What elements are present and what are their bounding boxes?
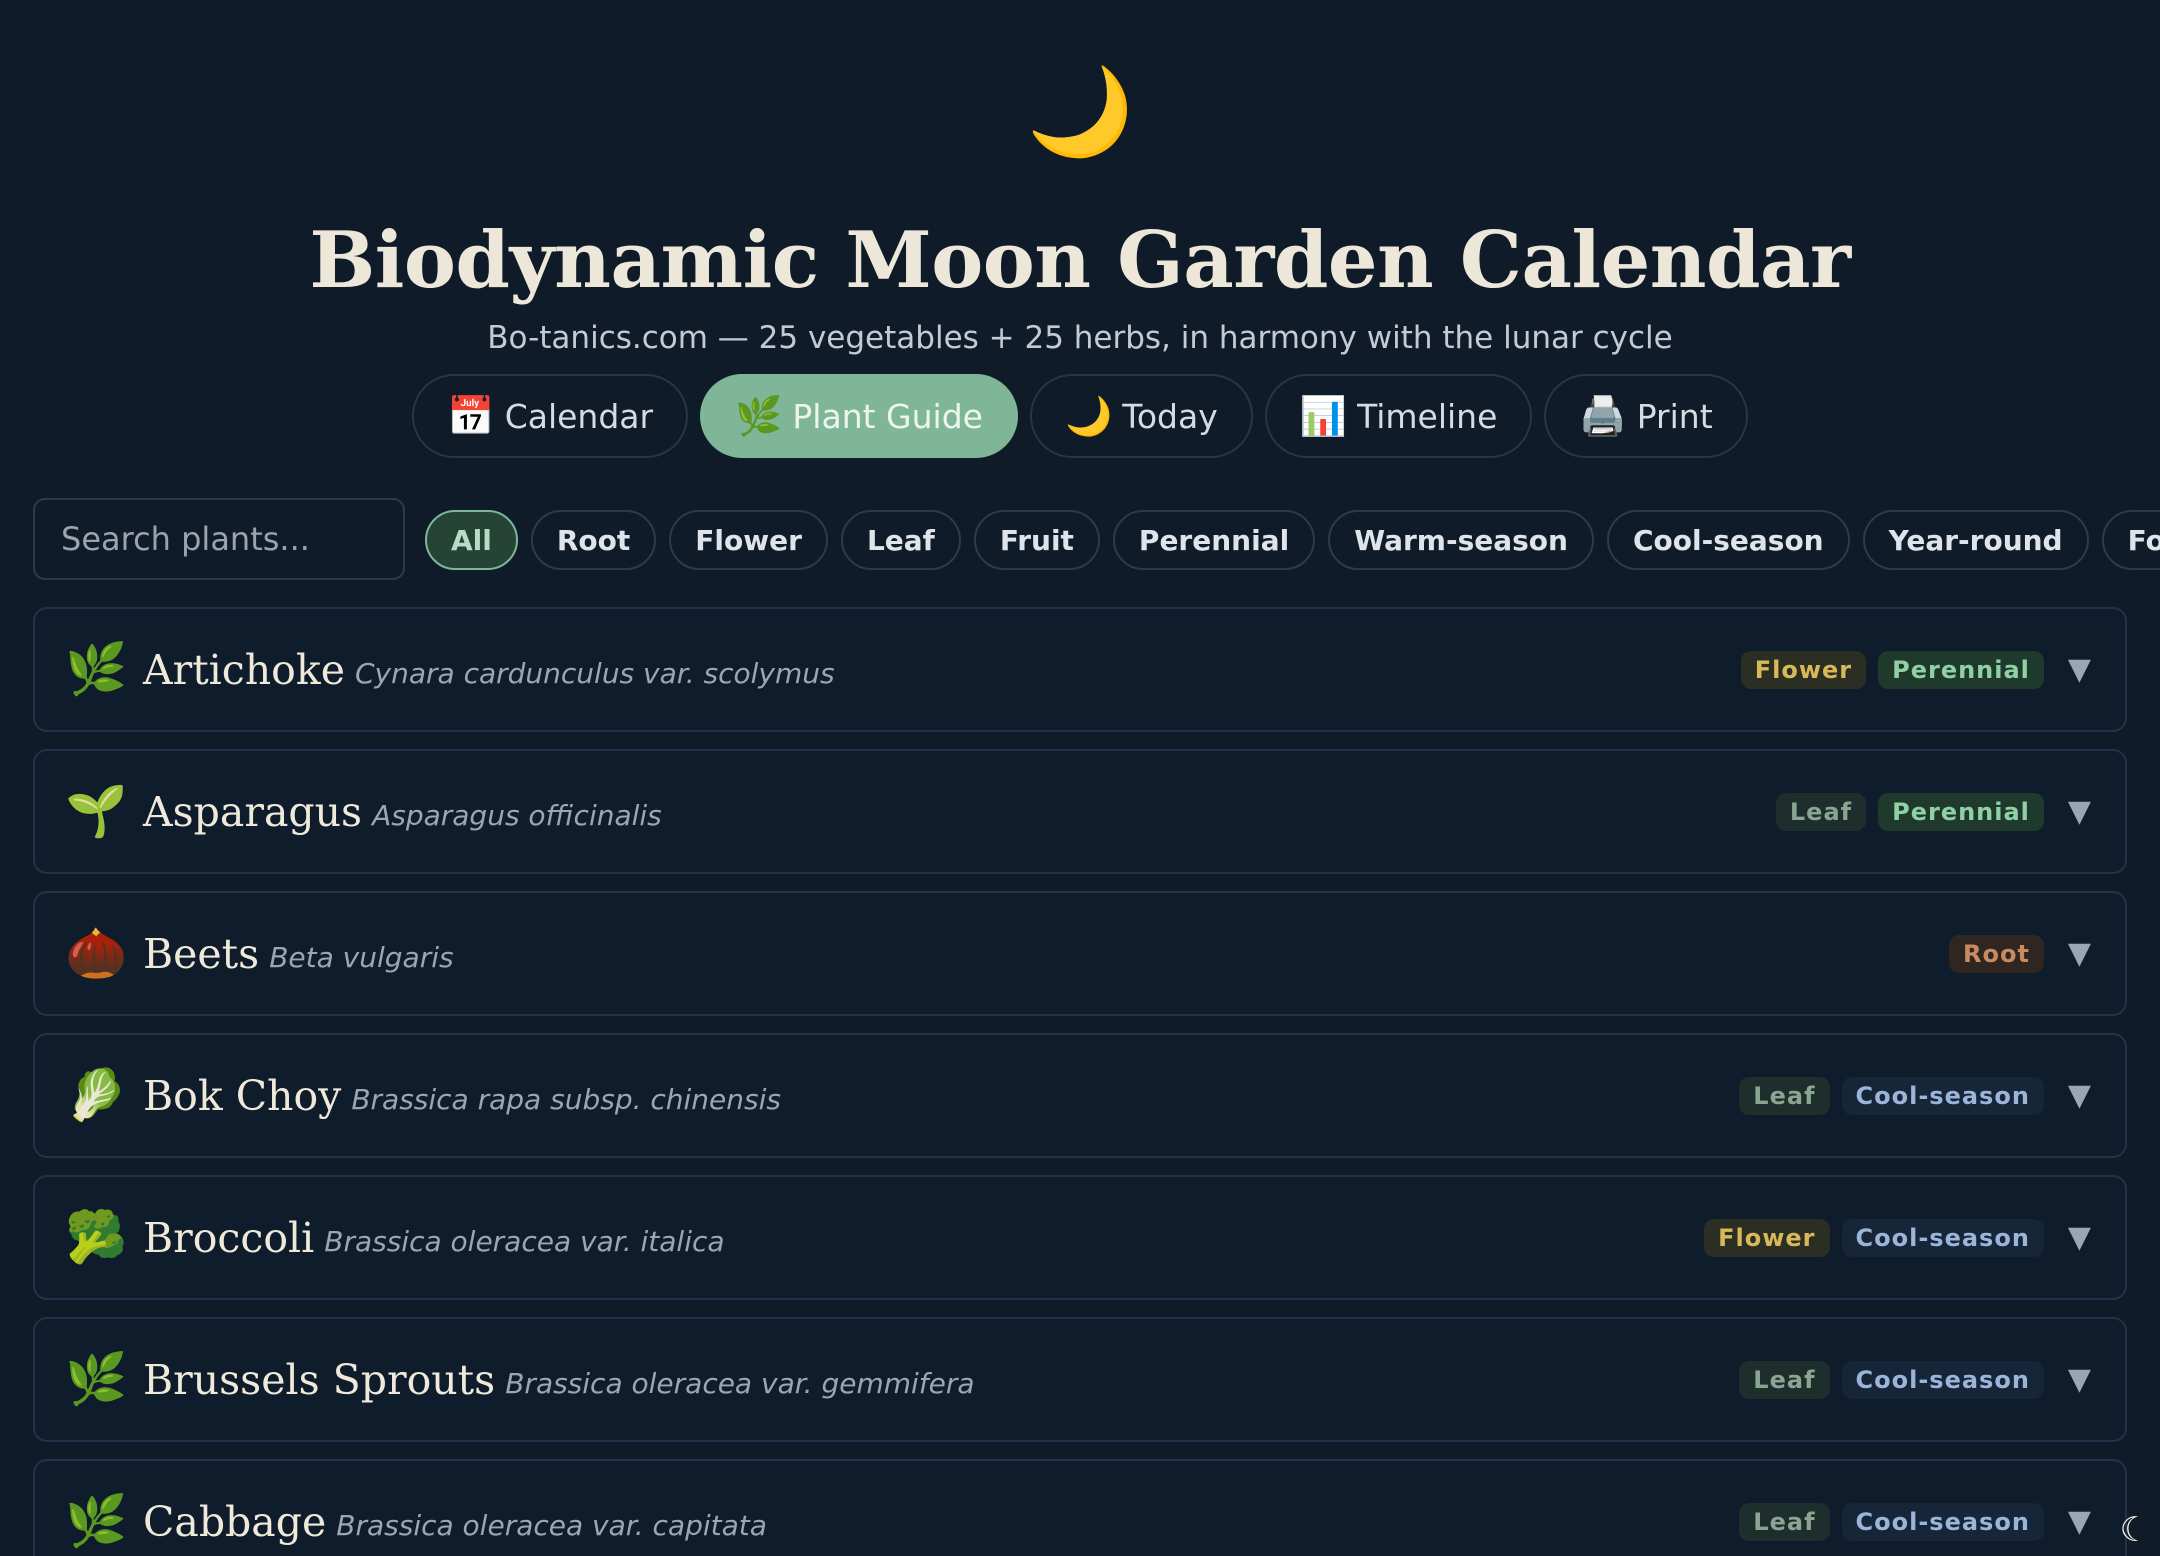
- tab-plant-guide[interactable]: 🌿 Plant Guide: [700, 374, 1018, 458]
- leafy-green-icon: 🥬: [65, 1066, 128, 1124]
- tag-cool: Cool-season: [1841, 1218, 2044, 1257]
- tag-perennial: Perennial: [1878, 650, 2044, 689]
- chevron-down-icon[interactable]: ▼: [2068, 794, 2091, 829]
- tab-label: Calendar: [504, 396, 654, 436]
- filter-chip-all[interactable]: All: [425, 510, 518, 570]
- tag-leaf: Leaf: [1739, 1360, 1830, 1399]
- tag-cool: Cool-season: [1841, 1360, 2044, 1399]
- herb-icon: 🌿: [65, 640, 128, 698]
- tag-perennial: Perennial: [1878, 792, 2044, 831]
- plant-card[interactable]: 🌿 Artichoke Cynara cardunculus var. scolym…: [33, 607, 2127, 732]
- chevron-down-icon[interactable]: ▼: [2068, 1220, 2091, 1255]
- plant-name: Artichoke: [143, 645, 345, 694]
- filter-chip-leaf[interactable]: Leaf: [840, 510, 961, 570]
- tag-flower: Flower: [1740, 650, 1867, 689]
- plant-latin-name: Brassica oleracea var. italica: [324, 1225, 725, 1258]
- chevron-down-icon[interactable]: ▼: [2068, 1504, 2091, 1539]
- page: 🌙 Biodynamic Moon Garden Calendar Bo-tan…: [0, 0, 2160, 1556]
- tag-flower: Flower: [1704, 1218, 1830, 1257]
- tab-label: Today: [1122, 396, 1218, 436]
- plant-latin-name: Cynara cardunculus var. scolymus: [354, 657, 835, 690]
- search-input[interactable]: [33, 498, 405, 580]
- filter-chip-fruit[interactable]: Fruit: [973, 510, 1100, 570]
- page-subtitle: Bo-tanics.com — 25 vegetables + 25 herbs…: [487, 320, 1673, 356]
- tag-leaf: Leaf: [1739, 1502, 1830, 1541]
- filter-chip-perennial[interactable]: Perennial: [1112, 510, 1316, 570]
- chevron-down-icon[interactable]: ▼: [2068, 1362, 2091, 1397]
- chevron-down-icon[interactable]: ▼: [2068, 652, 2091, 687]
- tag-leaf: Leaf: [1775, 792, 1867, 831]
- plant-card[interactable]: 🌿 Brussels Sprouts Brassica oleracea var. …: [33, 1317, 2127, 1442]
- filter-chips: All Root Flower Leaf Fruit Perennial Warm-seas…: [425, 510, 2160, 570]
- corner-moon-icon: ☾: [2119, 1510, 2150, 1550]
- plant-name: Cabbage: [143, 1497, 327, 1546]
- tag-cool: Cool-season: [1841, 1076, 2044, 1115]
- herb-icon: 🌿: [65, 1350, 128, 1408]
- moon-icon: 🌙: [1064, 393, 1113, 438]
- plant-latin-name: Beta vulgaris: [269, 941, 454, 974]
- moon-logo-icon: 🌙: [1026, 62, 1134, 162]
- filter-chip-year-round[interactable]: Year-round: [1862, 510, 2089, 570]
- tag-root: Root: [1948, 934, 2044, 973]
- plant-name: Asparagus: [143, 787, 363, 836]
- plant-name: Broccoli: [143, 1213, 315, 1262]
- plant-card[interactable]: 🥦 Broccoli Brassica oleracea var. italica F…: [33, 1175, 2127, 1300]
- plant-name: Brussels Sprouts: [143, 1355, 496, 1404]
- filter-chip-forage[interactable]: Forage: [2101, 510, 2160, 570]
- herb-icon: 🌿: [65, 1492, 128, 1550]
- plant-list: 🌿 Artichoke Cynara cardunculus var. scolym…: [33, 607, 2127, 1556]
- printer-icon: 🖨️: [1579, 393, 1627, 438]
- header: 🌙 Biodynamic Moon Garden Calendar Bo-tan…: [0, 0, 2160, 358]
- bar-chart-icon: 📊: [1299, 393, 1348, 438]
- tag-leaf: Leaf: [1739, 1076, 1830, 1115]
- plant-latin-name: Brassica oleracea var. capitata: [336, 1509, 767, 1542]
- tab-today[interactable]: 🌙 Today: [1029, 374, 1253, 458]
- tab-label: Print: [1636, 396, 1713, 436]
- plant-card[interactable]: 🌱 Asparagus Asparagus officinalis Leaf Peren…: [33, 749, 2127, 874]
- tag-cool: Cool-season: [1841, 1502, 2044, 1541]
- filter-chip-root[interactable]: Root: [530, 510, 657, 570]
- calendar-icon: 📅: [447, 393, 495, 438]
- plant-name: Beets: [143, 929, 260, 978]
- page-title: Biodynamic Moon Garden Calendar: [309, 215, 1851, 306]
- tab-print[interactable]: 🖨️ Print: [1544, 374, 1748, 458]
- plant-name: Bok Choy: [143, 1071, 342, 1120]
- plant-latin-name: Brassica oleracea var. gemmifera: [505, 1367, 975, 1400]
- plant-card[interactable]: 🌿 Cabbage Brassica oleracea var. capitata L…: [33, 1459, 2127, 1556]
- tab-timeline[interactable]: 📊 Timeline: [1264, 374, 1533, 458]
- herb-icon: 🌿: [735, 393, 783, 438]
- chevron-down-icon[interactable]: ▼: [2068, 1078, 2091, 1113]
- filter-chip-cool-season[interactable]: Cool-season: [1606, 510, 1850, 570]
- filter-chip-warm-season[interactable]: Warm-season: [1328, 510, 1594, 570]
- tab-label: Plant Guide: [792, 396, 983, 436]
- broccoli-icon: 🥦: [65, 1208, 128, 1266]
- beet-icon: 🌰: [65, 924, 128, 982]
- filter-chip-flower[interactable]: Flower: [669, 510, 828, 570]
- chevron-down-icon[interactable]: ▼: [2068, 936, 2091, 971]
- seedling-icon: 🌱: [65, 782, 128, 840]
- tab-label: Timeline: [1357, 396, 1498, 436]
- plant-card[interactable]: 🌰 Beets Beta vulgaris Root ▼: [33, 891, 2127, 1016]
- main-nav: 📅 Calendar 🌿 Plant Guide 🌙 Today 📊 Timeline 🖨️ Pr…: [0, 374, 2160, 458]
- plant-latin-name: Brassica rapa subsp. chinensis: [351, 1083, 781, 1116]
- tab-calendar[interactable]: 📅 Calendar: [412, 374, 689, 458]
- plant-latin-name: Asparagus officinalis: [372, 799, 662, 832]
- plant-card[interactable]: 🥬 Bok Choy Brassica rapa subsp. chinensis L…: [33, 1033, 2127, 1158]
